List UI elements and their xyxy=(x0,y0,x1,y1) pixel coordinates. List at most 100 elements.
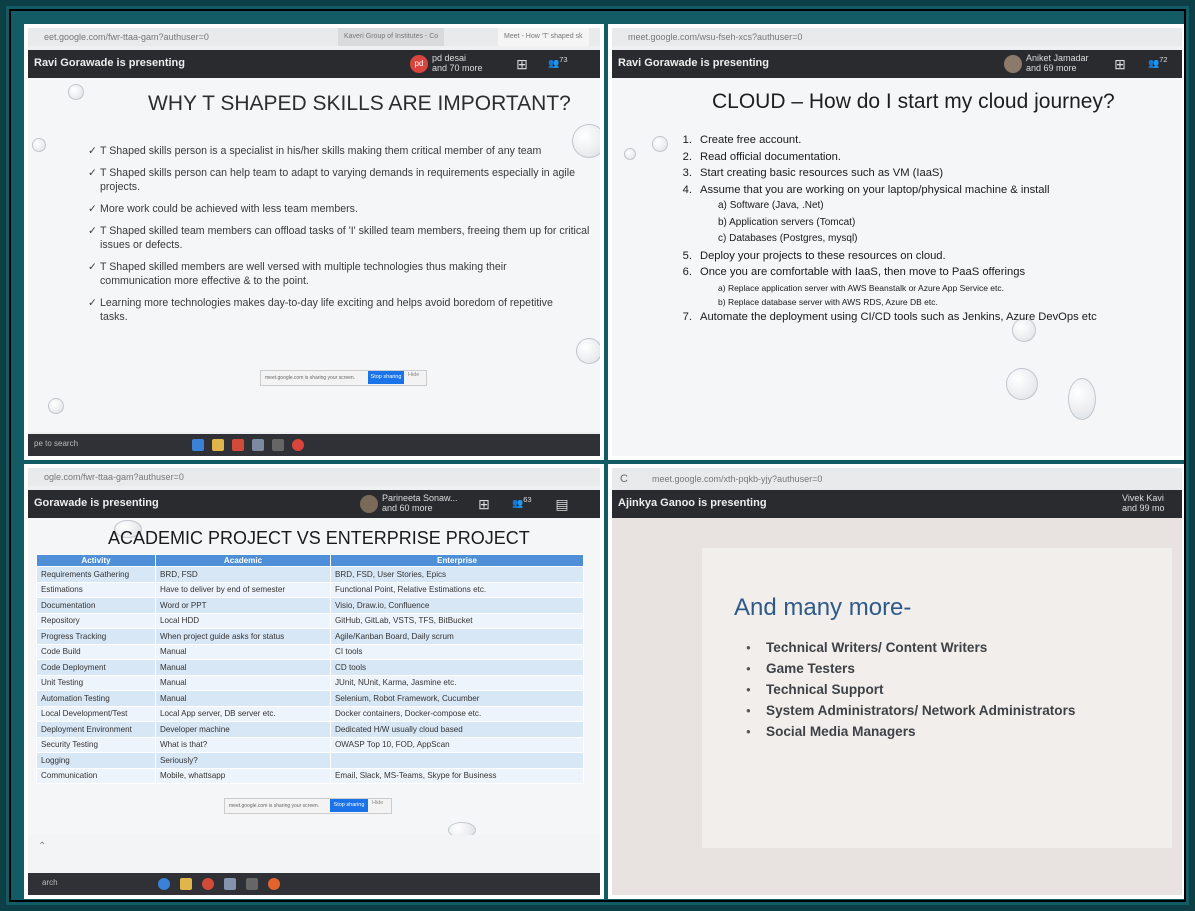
table-row: Documentation Word or PPT Visio, Draw.io, … xyxy=(36,597,584,614)
url-text: meet.google.com/wsu-fseh-xcs?authuser=0 xyxy=(628,32,803,42)
address-bar[interactable]: meet.google.com/wsu-fseh-xcs?authuser=0 xyxy=(612,28,1182,46)
table-header-row: Activity Academic Enterprise xyxy=(36,554,584,567)
participant-more: and 60 more xyxy=(382,503,433,513)
sub-item: b) Replace database server with AWS RDS,… xyxy=(718,296,938,307)
reload-icon[interactable]: C xyxy=(620,468,628,490)
chrome-icon[interactable] xyxy=(202,878,214,890)
panel-cloud-journey: meet.google.com/wsu-fseh-xcs?authuser=0 … xyxy=(608,24,1186,460)
hide-button[interactable]: Hide xyxy=(408,372,419,378)
folder-icon[interactable] xyxy=(180,878,192,890)
list-item: T Shaped skilled team members can offloa… xyxy=(88,224,600,252)
sub-item: a) Software (Java, .Net) xyxy=(718,200,824,211)
browser-bottom-area: ⌃ xyxy=(28,835,600,873)
table-row: Local Development/Test Local App server, … xyxy=(36,705,584,722)
panel-and-many-more: C meet.google.com/xth-pqkb-yjy?authuser=… xyxy=(608,464,1186,899)
sub-item: a) Replace application server with AWS B… xyxy=(718,282,1005,293)
list-item: 4. Assume that you are working on your la… xyxy=(682,183,1050,196)
browser-tab[interactable]: Kaveri Group of Institutes - Co xyxy=(338,28,445,46)
stop-sharing-button[interactable]: Stop sharing xyxy=(368,371,404,384)
address-bar[interactable]: ogle.com/fwr-ttaa-gam?authuser=0 xyxy=(28,468,600,486)
taskbar: pe to search xyxy=(28,434,600,456)
table-row: Progress Tracking When project guide asks… xyxy=(36,628,584,645)
app-icon[interactable] xyxy=(268,878,280,890)
numbered-list: 1. Create free account. 2. Read official d… xyxy=(678,132,1182,325)
decorative-drop xyxy=(1068,378,1096,420)
hide-button[interactable]: Hide xyxy=(372,800,383,806)
list-item: T Shaped skills person can help team to … xyxy=(88,166,600,194)
comparison-table: Activity Academic Enterprise Requirement… xyxy=(36,554,584,784)
participant-more: and 69 more xyxy=(1026,63,1077,73)
app-icon[interactable] xyxy=(252,439,264,451)
participants-summary[interactable]: Vivek Kavi and 99 mo xyxy=(1122,493,1165,513)
participant-more: and 99 mo xyxy=(1122,503,1165,513)
list-item: 2. Read official documentation. xyxy=(682,150,841,163)
app-icon[interactable] xyxy=(246,878,258,890)
participants-summary[interactable]: Aniket Jamadar and 69 more xyxy=(1026,53,1089,73)
decorative-drop xyxy=(624,148,636,160)
list-item: Social Media Managers xyxy=(746,722,1075,743)
list-item: 6. Once you are comfortable with IaaS, th… xyxy=(682,266,1026,278)
people-icon[interactable]: 👥72 xyxy=(1148,55,1168,69)
layout-grid-icon[interactable]: ⊞ xyxy=(476,496,492,512)
panel-academic-vs-enterprise: ogle.com/fwr-ttaa-gam?authuser=0 Gorawad… xyxy=(24,464,604,899)
avatar xyxy=(360,495,378,513)
table-row: Repository Local HDD GitHub, GitLab, VSTS,… xyxy=(36,612,584,629)
list-item: Game Testers xyxy=(746,659,1075,680)
chat-icon[interactable]: ▤ xyxy=(554,496,570,512)
decorative-drop xyxy=(576,338,600,364)
participant-more: and 70 more xyxy=(432,63,483,73)
presenter-label: Ravi Gorawade is presenting xyxy=(618,57,769,69)
people-count: 63 xyxy=(523,495,532,504)
column-header: Activity xyxy=(36,554,156,567)
app-icon[interactable] xyxy=(292,439,304,451)
list-item: 1. Create free account. xyxy=(682,134,802,146)
participant-name: Parineeta Sonaw... xyxy=(382,493,458,503)
participant-name: Aniket Jamadar xyxy=(1026,53,1089,63)
edge-icon[interactable] xyxy=(158,878,170,890)
edge-icon[interactable] xyxy=(192,439,204,451)
browser-tab[interactable]: Meet - How 'T' shaped sk xyxy=(498,28,589,46)
list-item: Learning more technologies makes day-to-… xyxy=(88,296,560,324)
people-count: 73 xyxy=(559,55,568,64)
app-icon[interactable] xyxy=(224,878,236,890)
chrome-icon[interactable] xyxy=(232,439,244,451)
avatar: pd xyxy=(410,55,428,73)
list-item: 7. Automate the deployment using CI/CD to… xyxy=(682,310,1097,323)
people-icon[interactable]: 👥63 xyxy=(512,495,532,509)
collage-frame: eet.google.com/fwr-ttaa-gam?authuser=0 K… xyxy=(0,0,1195,911)
list-item: Technical Support xyxy=(746,680,1075,701)
decorative-drop xyxy=(32,138,46,152)
list-item: More work could be achieved with less te… xyxy=(88,202,600,216)
list-item: System Administrators/ Network Administr… xyxy=(746,701,1075,722)
chevron-up-icon[interactable]: ⌃ xyxy=(38,841,46,852)
column-header: Enterprise xyxy=(330,554,584,567)
participant-name: pd desai xyxy=(432,53,467,63)
layout-grid-icon[interactable]: ⊞ xyxy=(514,56,530,72)
decorative-drop xyxy=(48,398,64,414)
meet-toolbar: Ravi Gorawade is presenting Aniket Jamad… xyxy=(612,50,1182,78)
app-icon[interactable] xyxy=(272,439,284,451)
presenter-label: Gorawade is presenting xyxy=(34,497,159,509)
folder-icon[interactable] xyxy=(212,439,224,451)
url-text: meet.google.com/xth-pqkb-yjy?authuser=0 xyxy=(652,474,823,484)
list-item: T Shaped skilled members are well versed… xyxy=(88,260,560,288)
table-row: Code Deployment Manual CD tools xyxy=(36,659,584,676)
search-hint[interactable]: arch xyxy=(42,878,58,887)
participants-summary[interactable]: Parineeta Sonaw... and 60 more xyxy=(382,493,458,513)
people-count: 72 xyxy=(1159,55,1168,64)
bullet-list: Technical Writers/ Content Writers Game … xyxy=(746,638,1075,743)
address-bar[interactable]: C meet.google.com/xth-pqkb-yjy?authuser=… xyxy=(612,468,1182,490)
participants-summary[interactable]: pd desai and 70 more xyxy=(432,53,483,73)
layout-grid-icon[interactable]: ⊞ xyxy=(1112,56,1128,72)
table-row: Requirements Gathering BRD, FSD BRD, FSD, … xyxy=(36,566,584,583)
meet-toolbar: Ravi Gorawade is presenting pd pd desai … xyxy=(28,50,600,78)
stop-sharing-button[interactable]: Stop sharing xyxy=(330,799,368,812)
table-row: Deployment Environment Developer machine D… xyxy=(36,721,584,738)
list-item: T Shaped skills person is a specialist i… xyxy=(88,144,600,158)
people-icon[interactable]: 👥73 xyxy=(548,55,568,69)
share-notice-text: meet.google.com is sharing your screen. xyxy=(265,375,356,381)
list-item: 5. Deploy your projects to these resource… xyxy=(682,249,946,262)
address-bar[interactable]: eet.google.com/fwr-ttaa-gam?authuser=0 K… xyxy=(28,28,600,46)
search-hint[interactable]: pe to search xyxy=(34,439,78,448)
participant-name: Vivek Kavi xyxy=(1122,493,1164,503)
